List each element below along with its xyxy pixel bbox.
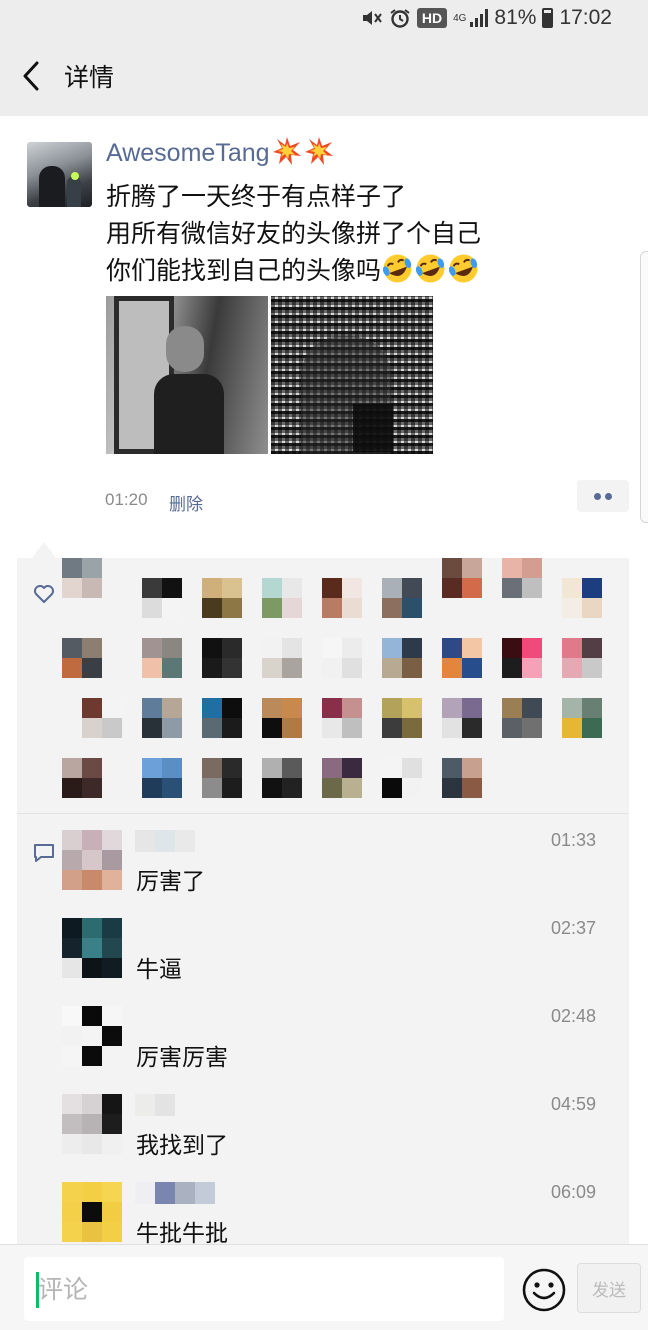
like-avatar[interactable] [142, 698, 182, 738]
battery-icon [542, 8, 554, 28]
like-avatar[interactable] [382, 698, 422, 738]
like-avatar[interactable] [202, 758, 242, 798]
like-avatar[interactable] [442, 698, 482, 738]
commenter-name[interactable] [135, 830, 195, 854]
rofl-emoji [382, 254, 412, 283]
like-avatar[interactable] [562, 698, 602, 738]
top-bar: 详情 [0, 36, 648, 116]
comment-text: 厉害了 [136, 869, 205, 895]
mute-icon [362, 11, 382, 25]
smiley-icon[interactable] [521, 1267, 567, 1313]
scroll-indicator[interactable] [640, 251, 648, 523]
like-avatar[interactable] [442, 638, 482, 678]
heart-icon [34, 585, 54, 603]
comment-item[interactable]: 牛逼 02:37 [17, 918, 629, 1006]
like-avatar[interactable] [62, 758, 102, 798]
more-options-button[interactable] [577, 480, 629, 512]
like-avatar[interactable] [202, 698, 242, 738]
like-avatar[interactable] [502, 698, 542, 738]
like-avatar[interactable] [322, 758, 362, 798]
post-line: 你们能找到自己的头像吗 [106, 256, 382, 285]
interaction-box: 厉害了 01:33 牛逼 02:37 厉害厉害 02:48 我找到了 04:59… [17, 558, 629, 1247]
divider [17, 813, 629, 814]
author-avatar[interactable] [27, 142, 92, 207]
post-line: 折腾了一天终于有点样子了 [106, 182, 407, 211]
like-avatar[interactable] [442, 758, 482, 798]
like-avatar[interactable] [322, 578, 362, 618]
collision-emoji [272, 137, 301, 165]
like-avatar[interactable] [382, 758, 422, 798]
like-avatar[interactable] [262, 638, 302, 678]
rofl-emoji [415, 254, 445, 283]
comment-bar: 发送 [0, 1244, 648, 1330]
commenter-name[interactable] [135, 1182, 215, 1206]
commenter-avatar[interactable] [62, 830, 122, 890]
status-bar: HD 4G 81% 17:02 [0, 0, 648, 36]
like-avatar[interactable] [202, 638, 242, 678]
commenter-avatar[interactable] [62, 918, 122, 978]
comment-item[interactable]: 厉害厉害 02:48 [17, 1006, 629, 1094]
moment-post: AwesomeTang 折腾了一天终于有点样子了 用所有微信好友的头像拼了个自己… [0, 116, 648, 1247]
commenter-avatar[interactable] [62, 1094, 122, 1154]
like-avatar[interactable] [62, 638, 102, 678]
commenter-name[interactable] [135, 1094, 175, 1118]
commenter-avatar[interactable] [62, 1182, 122, 1242]
rofl-emoji [448, 254, 478, 283]
comment-text: 我找到了 [136, 1133, 228, 1159]
like-avatar[interactable] [142, 758, 182, 798]
author-name-text[interactable]: AwesomeTang [106, 139, 270, 167]
collision-emoji [304, 137, 333, 165]
network-type: 4G [453, 12, 467, 24]
selfie-photo[interactable] [106, 296, 268, 454]
like-avatar[interactable] [562, 638, 602, 678]
post-line: 用所有微信好友的头像拼了个自己 [106, 219, 482, 248]
mosaic-photo[interactable] [271, 296, 433, 454]
like-avatar[interactable] [262, 578, 302, 618]
comment-item[interactable]: 厉害了 01:33 [17, 830, 629, 918]
like-avatar[interactable] [502, 638, 542, 678]
alarm-icon [390, 9, 410, 28]
like-avatar[interactable] [82, 698, 122, 738]
comment-item[interactable]: 我找到了 04:59 [17, 1094, 629, 1182]
like-avatar[interactable] [142, 638, 182, 678]
clock: 17:02 [559, 6, 612, 29]
like-avatar[interactable] [442, 558, 482, 598]
comment-text: 厉害厉害 [136, 1045, 228, 1071]
like-avatar[interactable] [62, 558, 102, 598]
like-avatar[interactable] [382, 638, 422, 678]
like-avatar[interactable] [562, 578, 602, 618]
author-name[interactable]: AwesomeTang [106, 136, 334, 168]
comment-text: 牛批牛批 [136, 1221, 228, 1247]
comment-time: 02:37 [550, 918, 596, 938]
comment-text: 牛逼 [136, 957, 182, 983]
like-avatar[interactable] [322, 638, 362, 678]
text-caret [36, 1272, 39, 1308]
like-avatar[interactable] [502, 558, 542, 598]
comment-time: 04:59 [550, 1094, 596, 1114]
like-avatar[interactable] [322, 698, 362, 738]
delete-link[interactable]: 删除 [169, 490, 203, 515]
like-avatar[interactable] [142, 578, 182, 618]
like-avatar[interactable] [202, 578, 242, 618]
back-icon[interactable] [18, 58, 44, 94]
interaction-arrow [32, 542, 56, 558]
comment-time: 06:09 [550, 1182, 596, 1202]
comment-time: 01:33 [550, 830, 596, 850]
page-title: 详情 [64, 63, 115, 92]
like-avatar[interactable] [262, 758, 302, 798]
post-body: 折腾了一天终于有点样子了 用所有微信好友的头像拼了个自己 你们能找到自己的头像吗 [106, 178, 481, 289]
send-button[interactable]: 发送 [577, 1263, 641, 1313]
like-avatars [62, 558, 622, 808]
commenter-avatar[interactable] [62, 1006, 122, 1066]
like-avatar[interactable] [262, 698, 302, 738]
comment-input[interactable] [24, 1257, 504, 1321]
battery-percent: 81% [494, 6, 537, 29]
post-line-with-emoji: 你们能找到自己的头像吗 [106, 252, 481, 289]
hd-badge: HD [416, 8, 448, 28]
signal-icon [470, 9, 489, 27]
like-avatar[interactable] [382, 578, 422, 618]
comment-time: 02:48 [550, 1006, 596, 1026]
post-time: 01:20 [105, 490, 148, 509]
